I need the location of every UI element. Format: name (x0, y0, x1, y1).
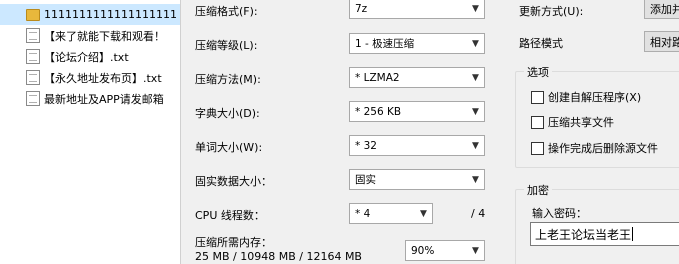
checkbox-icon (531, 90, 544, 104)
password-value: 上老王论坛当老王 (535, 227, 632, 242)
path-mode-select[interactable]: 相对路 (644, 31, 679, 52)
cpu-threads-select[interactable]: * 4 ▼ (349, 203, 433, 224)
cpu-threads-total: / 4 (471, 207, 486, 220)
delete-after-checkbox[interactable]: 操作完成后删除源文件 (531, 140, 658, 156)
level-label: 压缩等级(L): (195, 39, 258, 52)
word-size-select[interactable]: * 32 ▼ (349, 135, 485, 156)
file-row-folder[interactable]: 1111111111111111111 (0, 4, 180, 25)
dictionary-select[interactable]: * 256 KB ▼ (349, 101, 485, 122)
format-label: 压缩格式(F): (195, 5, 258, 18)
file-name: 【来了就能下载和观看！ (44, 29, 165, 43)
solid-block-value: 固实 (355, 174, 376, 186)
memory-value: 25 MB / 10948 MB / 12164 MB (195, 250, 362, 263)
chevron-down-icon: ▼ (472, 140, 479, 151)
dictionary-label: 字典大小(D): (195, 107, 260, 120)
options-title: 选项 (524, 64, 552, 80)
chevron-down-icon: ▼ (472, 38, 479, 49)
add-to-archive-dialog: 压缩格式(F): 7z ▼ 压缩等级(L): 1 - 极速压缩 ▼ 压缩方法(M… (180, 0, 679, 264)
format-select[interactable]: 7z ▼ (349, 0, 485, 19)
path-mode-label: 路径模式 (519, 37, 563, 50)
file-row[interactable]: 【论坛介绍】.txt (0, 46, 180, 67)
method-select[interactable]: * LZMA2 ▼ (349, 67, 485, 88)
text-file-icon (26, 70, 40, 85)
password-input[interactable]: 上老王论坛当老王 (530, 222, 679, 246)
file-row[interactable]: 【永久地址发布页】.txt (0, 67, 180, 88)
file-name: 1111111111111111111 (44, 8, 177, 21)
checkbox-icon (531, 115, 544, 129)
create-sfx-label: 创建自解压程序(X) (548, 91, 642, 104)
text-file-icon (26, 49, 40, 64)
file-name: 【永久地址发布页】.txt (44, 71, 162, 85)
level-value: 1 - 极速压缩 (355, 38, 415, 50)
file-name: 最新地址及APP请发邮箱 (44, 92, 164, 106)
file-row[interactable]: 【来了就能下载和观看！ (0, 25, 180, 46)
chevron-down-icon: ▼ (472, 174, 479, 185)
cpu-threads-label: CPU 线程数： (195, 209, 265, 222)
cpu-threads-value: * 4 (355, 207, 371, 220)
delete-after-label: 操作完成后删除源文件 (548, 142, 658, 155)
text-file-icon (26, 91, 40, 106)
encryption-title: 加密 (524, 182, 552, 198)
method-value: * LZMA2 (355, 71, 400, 84)
dictionary-value: * 256 KB (355, 105, 402, 118)
chevron-down-icon: ▼ (472, 72, 479, 83)
compress-shared-checkbox[interactable]: 压缩共享文件 (531, 114, 614, 130)
update-mode-label: 更新方式(U): (519, 5, 584, 18)
level-select[interactable]: 1 - 极速压缩 ▼ (349, 33, 485, 54)
file-name: 【论坛介绍】.txt (44, 50, 129, 64)
chevron-down-icon: ▼ (420, 208, 427, 219)
format-value: 7z (355, 2, 368, 15)
compress-shared-label: 压缩共享文件 (548, 116, 614, 129)
solid-block-label: 固实数据大小： (195, 175, 272, 188)
create-sfx-checkbox[interactable]: 创建自解压程序(X) (531, 89, 641, 105)
solid-block-select[interactable]: 固实 ▼ (349, 169, 485, 190)
file-row[interactable]: 最新地址及APP请发邮箱 (0, 88, 180, 109)
chevron-down-icon: ▼ (472, 245, 479, 256)
memory-label: 压缩所需内存： (195, 236, 272, 249)
chevron-down-icon: ▼ (472, 3, 479, 14)
word-size-label: 单词大小(W): (195, 141, 263, 154)
memory-percent-select[interactable]: 90% ▼ (405, 240, 485, 261)
chevron-down-icon: ▼ (472, 106, 479, 117)
folder-icon (26, 9, 40, 21)
word-size-value: * 32 (355, 139, 377, 152)
update-mode-select[interactable]: 添加并 (644, 0, 679, 19)
text-caret (632, 227, 634, 241)
checkbox-icon (531, 141, 544, 155)
memory-percent-value: 90% (411, 244, 435, 257)
text-file-icon (26, 28, 40, 43)
method-label: 压缩方法(M): (195, 73, 261, 86)
password-label: 输入密码： (532, 207, 587, 220)
file-list-panel: 1111111111111111111 【来了就能下载和观看！ 【论坛介绍】.t… (0, 0, 180, 264)
